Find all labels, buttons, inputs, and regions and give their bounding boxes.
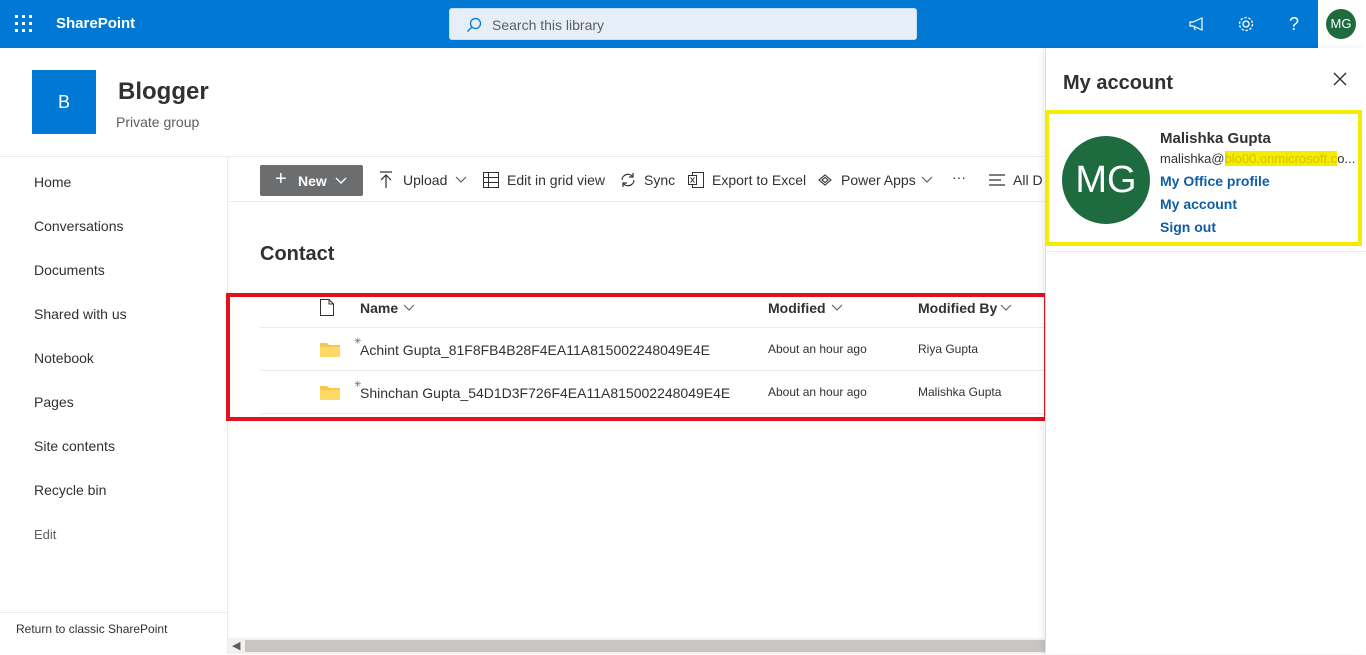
table-row[interactable]: ✳ Achint Gupta_81F8FB4B28F4EA11A81500224… [260, 328, 1045, 371]
email-redacted: blo00.onmicrosoft.c [1224, 151, 1338, 166]
chevron-down-icon[interactable] [403, 303, 415, 313]
avatar: MG [1326, 9, 1356, 39]
more-options-button[interactable]: ··· [952, 169, 966, 185]
gear-icon[interactable] [1234, 12, 1258, 36]
chevron-down-icon [335, 177, 347, 184]
chevron-down-icon[interactable] [831, 303, 843, 313]
account-name: Malishka Gupta [1160, 130, 1271, 147]
nav-item-documents[interactable]: Documents [34, 262, 105, 278]
nav-item-home[interactable]: Home [34, 174, 71, 190]
modified-by-cell[interactable]: Malishka Gupta [918, 385, 1001, 399]
list-header: Name Modified Modified By [260, 292, 1045, 328]
search-input[interactable] [492, 16, 892, 34]
upload-icon [380, 171, 392, 188]
panel-divider [1046, 251, 1366, 252]
scrollbar-thumb[interactable] [245, 640, 1045, 652]
column-header-modified[interactable]: Modified [768, 300, 826, 316]
chevron-down-icon[interactable] [921, 174, 933, 186]
chevron-down-icon[interactable] [1000, 303, 1012, 313]
my-office-profile-link[interactable]: My Office profile [1160, 173, 1270, 189]
site-logo[interactable]: B [32, 70, 96, 134]
modified-cell: About an hour ago [768, 385, 867, 399]
waffle-icon[interactable] [14, 14, 34, 34]
upload-button[interactable]: Upload [403, 172, 447, 188]
site-title[interactable]: Blogger [118, 78, 209, 106]
plus-icon: + [275, 168, 287, 190]
table-row[interactable]: ✳ Shinchan Gupta_54D1D3F726F4EA11A815002… [260, 371, 1045, 414]
return-to-classic-link[interactable]: Return to classic SharePoint [0, 612, 228, 655]
nav-item-notebook[interactable]: Notebook [34, 350, 94, 366]
email-tail: o... [1337, 151, 1356, 166]
horizontal-scrollbar[interactable]: ◀ [228, 638, 1045, 654]
excel-icon [688, 172, 704, 188]
search-box[interactable] [449, 8, 917, 40]
email-visible: malishka@ [1160, 151, 1225, 166]
new-button[interactable]: + New [260, 165, 363, 196]
folder-icon [320, 343, 340, 357]
avatar[interactable]: MG [1062, 136, 1150, 224]
modified-cell: About an hour ago [768, 342, 867, 356]
column-header-modified-by[interactable]: Modified By [918, 300, 997, 316]
panel-title: My account [1063, 72, 1174, 94]
power-apps-icon [818, 174, 832, 186]
nav-edit-link[interactable]: Edit [34, 527, 56, 542]
command-bar: + New Upload Edit in grid view Sync Expo… [228, 156, 1045, 202]
nav-item-conversations[interactable]: Conversations [34, 218, 124, 234]
nav-item-site-contents[interactable]: Site contents [34, 438, 115, 454]
nav-item-recycle-bin[interactable]: Recycle bin [34, 482, 106, 498]
help-icon[interactable]: ? [1282, 12, 1306, 36]
site-header: B Blogger Private group [0, 48, 1045, 156]
nav-item-shared-with-us[interactable]: Shared with us [34, 306, 127, 322]
new-button-label: New [298, 173, 327, 189]
sync-button[interactable]: Sync [644, 172, 675, 188]
my-account-link[interactable]: My account [1160, 196, 1237, 212]
column-header-name[interactable]: Name [360, 300, 398, 316]
search-icon [467, 17, 482, 32]
chevron-down-icon[interactable] [455, 174, 467, 186]
account-email: malishka@blo00.onmicrosoft.co... [1160, 151, 1366, 166]
file-name[interactable]: Achint Gupta_81F8FB4B28F4EA11A8150022480… [360, 342, 710, 358]
suite-bar: SharePoint ? MG [0, 0, 1366, 48]
site-subtitle: Private group [116, 114, 200, 130]
edit-in-grid-view-button[interactable]: Edit in grid view [507, 172, 605, 188]
modified-by-cell[interactable]: Riya Gupta [918, 342, 978, 356]
megaphone-icon[interactable] [1186, 12, 1210, 36]
file-type-icon[interactable] [320, 299, 334, 316]
nav-item-pages[interactable]: Pages [34, 394, 74, 410]
file-name[interactable]: Shinchan Gupta_54D1D3F726F4EA11A81500224… [360, 385, 730, 401]
power-apps-button[interactable]: Power Apps [841, 172, 916, 188]
view-selector[interactable]: All D [1013, 172, 1043, 188]
scroll-left-icon[interactable]: ◀ [232, 639, 240, 652]
view-options-icon [989, 174, 1005, 186]
account-avatar-button[interactable]: MG [1318, 0, 1366, 48]
grid-icon [483, 172, 499, 188]
library-title: Contact [260, 243, 335, 265]
folder-icon [320, 386, 340, 400]
export-to-excel-button[interactable]: Export to Excel [712, 172, 806, 188]
app-brand[interactable]: SharePoint [56, 15, 135, 32]
sync-icon [621, 173, 635, 187]
left-navigation: Home Conversations Documents Shared with… [0, 156, 228, 654]
close-icon[interactable] [1333, 72, 1347, 86]
sign-out-link[interactable]: Sign out [1160, 219, 1216, 235]
